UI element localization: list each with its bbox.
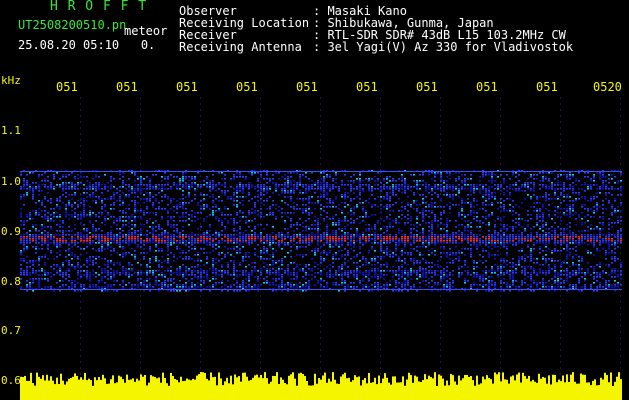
x-tick: 051	[236, 80, 258, 94]
y-tick: 0.7	[1, 324, 21, 337]
x-tick: 051	[56, 80, 78, 94]
x-tick: 051	[356, 80, 378, 94]
x-tick: 051	[536, 80, 558, 94]
x-tick: 051	[176, 80, 198, 94]
band-edge	[20, 171, 622, 172]
noise-floor	[20, 372, 622, 400]
app-brand: H R O F F T	[50, 0, 148, 14]
y-tick: 0.8	[1, 275, 21, 288]
antenna-label: Receiving Antenna	[179, 40, 302, 54]
antenna-value: : 3el Yagi(V) Az 330 for Vladivostok	[313, 40, 574, 54]
y-tick: 1.1	[1, 124, 21, 137]
file-name: UT2508200510.pn	[18, 18, 127, 32]
x-tick: 051	[476, 80, 498, 94]
band-edge	[20, 289, 622, 290]
x-tick: 0520	[593, 80, 622, 94]
x-tick: 051	[296, 80, 318, 94]
meteor-tag: meteor	[124, 24, 168, 38]
x-tick: 051	[416, 80, 438, 94]
y-axis-unit: kHz	[1, 74, 21, 87]
y-tick: 1.0	[1, 175, 21, 188]
spectrogram	[20, 97, 622, 400]
x-tick: 051	[116, 80, 138, 94]
y-tick: 0.9	[1, 225, 21, 238]
date-time: 25.08.20 05:10 0.	[18, 38, 156, 52]
y-tick: 0.6	[1, 374, 21, 387]
